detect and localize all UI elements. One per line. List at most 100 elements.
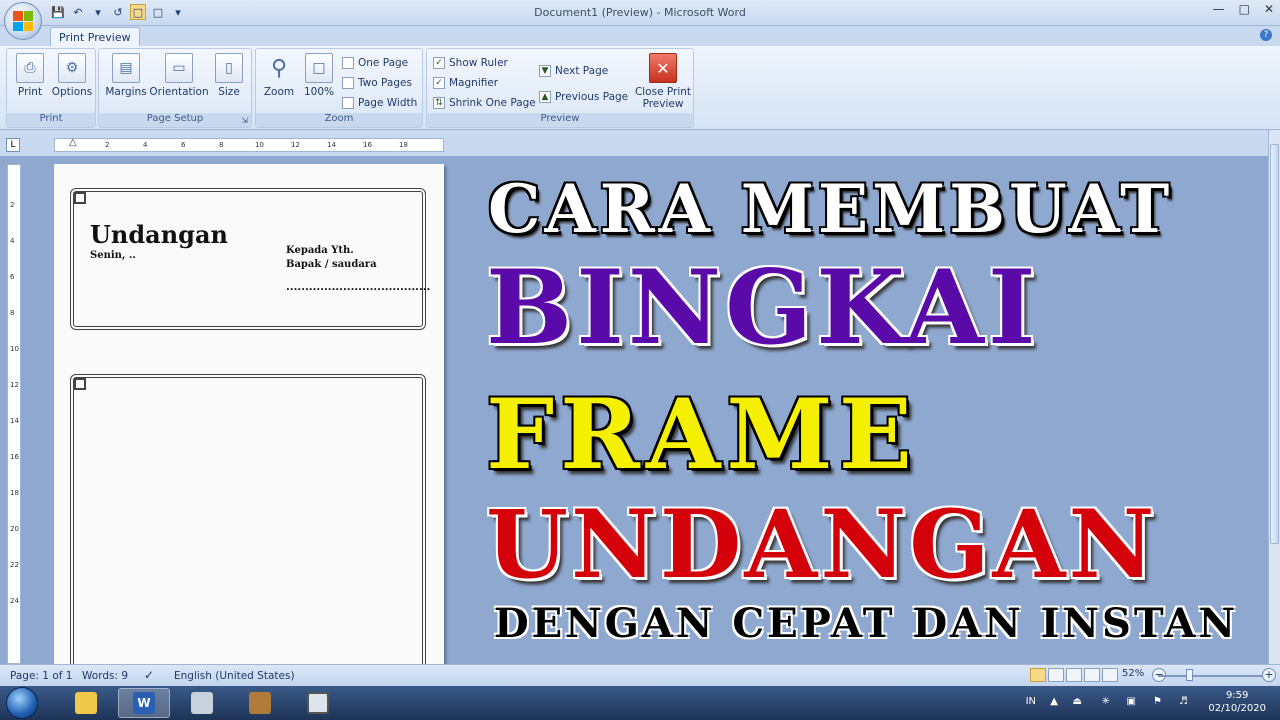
show-hidden-icons-icon[interactable]: ▲ <box>1050 696 1058 707</box>
next-page-button[interactable]: ▼ Next Page <box>539 65 608 77</box>
print-layout-icon[interactable] <box>1030 668 1046 682</box>
office-button[interactable] <box>4 2 42 40</box>
shrink-icon: ⇅ <box>433 97 445 109</box>
ruler-tick: 10 <box>10 345 19 353</box>
proofing-icon[interactable]: ✓ <box>144 668 154 682</box>
window-controls: — □ ✕ <box>1213 2 1274 16</box>
size-icon: ▯ <box>215 53 243 83</box>
office-logo-icon <box>13 11 33 31</box>
web-layout-icon[interactable] <box>1066 668 1082 682</box>
page-width-icon <box>342 97 354 109</box>
overlay-headline-5: DENGAN CEPAT DAN INSTAN <box>494 600 1238 647</box>
invitation-frame-bottom <box>70 374 426 664</box>
invitation-recipient: Kepada Yth. Bapak / saudara <box>286 245 377 270</box>
help-icon[interactable]: ? <box>1260 29 1272 41</box>
one-page-button[interactable]: One Page <box>342 57 408 69</box>
zoom-level[interactable]: 52% <box>1122 668 1144 679</box>
two-pages-button[interactable]: Two Pages <box>342 77 412 89</box>
word-count[interactable]: Words: 9 <box>82 670 128 682</box>
ruler-tick: 20 <box>10 525 19 533</box>
taskbar-app-5[interactable] <box>292 688 344 718</box>
overlay-headline-2: BINGKAI <box>486 248 1040 368</box>
size-button[interactable]: ▯ Size <box>207 53 251 98</box>
one-page-icon <box>342 57 354 69</box>
clock[interactable]: 9:59 02/10/2020 <box>1208 689 1266 715</box>
document-page[interactable]: Undangan Senin, .. Kepada Yth. Bapak / s… <box>54 164 444 664</box>
vertical-ruler[interactable]: 2 4 6 8 10 12 14 16 18 20 22 24 <box>7 164 21 664</box>
indent-marker-icon[interactable]: △ <box>69 137 77 148</box>
close-icon[interactable]: ✕ <box>1264 2 1274 16</box>
page-100-icon: □ <box>305 53 333 83</box>
magnifier-icon: ⚲ <box>270 55 288 81</box>
ruler-tick: 16 <box>10 453 19 461</box>
action-center-icon[interactable]: ⚑ <box>1153 696 1162 707</box>
group-zoom: ⚲ Zoom □ 100% One Page Two Pages Page Wi… <box>255 48 423 128</box>
previous-page-button[interactable]: ▲ Previous Page <box>539 91 628 103</box>
document-workspace: 2 4 6 8 10 12 14 16 18 20 22 24 Undangan… <box>0 156 1268 664</box>
draft-icon[interactable] <box>1102 668 1118 682</box>
page-width-button[interactable]: Page Width <box>342 97 417 109</box>
taskbar-explorer[interactable] <box>60 688 112 718</box>
page-count[interactable]: Page: 1 of 1 <box>10 670 72 682</box>
eject-icon[interactable]: ⏏ <box>1073 696 1082 707</box>
ruler-tick: 8 <box>10 309 15 317</box>
start-button[interactable] <box>6 687 38 719</box>
invitation-name-blank: ...................................... <box>286 282 431 293</box>
ruler-bar: L △ 2 4 6 8 10 12 14 16 18 <box>0 130 1280 156</box>
taskbar-app-4[interactable] <box>234 688 286 718</box>
ribbon: ⎙ Print ⚙ Options Print ▤ Margins ▭ Orie… <box>0 46 1280 130</box>
orientation-button[interactable]: ▭ Orientation <box>149 53 209 98</box>
taskbar-word[interactable]: W <box>118 688 170 718</box>
ruler-tick: 8 <box>219 141 224 149</box>
taskbar-calculator[interactable] <box>176 688 228 718</box>
magnifier-checkbox[interactable]: ✓ Magnifier <box>433 77 498 89</box>
ruler-tick: 18 <box>10 489 19 497</box>
orientation-icon: ▭ <box>165 53 193 83</box>
vertical-scrollbar[interactable] <box>1268 130 1280 664</box>
scrollbar-thumb[interactable] <box>1270 144 1279 544</box>
close-print-preview-button[interactable]: ✕ Close Print Preview <box>631 53 695 110</box>
minimize-icon[interactable]: — <box>1213 2 1225 16</box>
ruler-tick: 6 <box>181 141 186 149</box>
options-button[interactable]: ⚙ Options <box>49 53 95 98</box>
window-title: Document1 (Preview) - Microsoft Word <box>534 6 746 19</box>
full-screen-reading-icon[interactable] <box>1048 668 1064 682</box>
ruler-tick: 12 <box>10 381 19 389</box>
ruler-tick: 12 <box>291 141 300 149</box>
volume-icon[interactable]: ♬ <box>1179 696 1188 707</box>
ruler-tick: 2 <box>105 141 110 149</box>
two-pages-icon <box>342 77 354 89</box>
bluetooth-icon[interactable]: ✳ <box>1102 696 1110 707</box>
group-print: ⎙ Print ⚙ Options Print <box>6 48 96 128</box>
zoom-100-button[interactable]: □ 100% <box>296 53 342 98</box>
ruler-tick: 4 <box>10 237 15 245</box>
dialog-launcher-icon[interactable]: ⇲ <box>241 116 248 125</box>
group-label-preview: Preview <box>427 113 693 127</box>
print-button[interactable]: ⎙ Print <box>7 53 53 98</box>
ruler-tick: 18 <box>399 141 408 149</box>
network-icon[interactable]: ▣ <box>1127 696 1136 707</box>
overlay-headline-4: UNDANGAN <box>486 490 1158 600</box>
margins-button[interactable]: ▤ Margins <box>101 53 151 98</box>
tab-selector-icon[interactable]: L <box>6 138 20 152</box>
zoom-slider-thumb[interactable] <box>1186 669 1193 681</box>
group-page-setup: ▤ Margins ▭ Orientation ▯ Size Page Setu… <box>98 48 252 128</box>
horizontal-ruler[interactable]: △ 2 4 6 8 10 12 14 16 18 <box>54 137 444 152</box>
ruler-tick: 2 <box>10 201 15 209</box>
tab-print-preview[interactable]: Print Preview <box>50 27 140 46</box>
window-icon <box>307 692 329 714</box>
word-icon: W <box>133 692 155 714</box>
show-ruler-checkbox[interactable]: ✓ Show Ruler <box>433 57 508 69</box>
outline-icon[interactable] <box>1084 668 1100 682</box>
tool-icon <box>249 692 271 714</box>
input-language[interactable]: IN <box>1026 696 1036 707</box>
language-indicator[interactable]: English (United States) <box>174 670 295 682</box>
maximize-icon[interactable]: □ <box>1239 2 1250 16</box>
calculator-icon <box>191 692 213 714</box>
options-icon: ⚙ <box>58 53 86 83</box>
ruler-tick: 14 <box>10 417 19 425</box>
shrink-one-page-button[interactable]: ⇅ Shrink One Page <box>433 97 536 109</box>
group-preview: ✓ Show Ruler ✓ Magnifier ⇅ Shrink One Page … <box>426 48 694 128</box>
zoom-in-icon[interactable]: + <box>1262 668 1276 682</box>
zoom-slider[interactable] <box>1158 675 1262 677</box>
